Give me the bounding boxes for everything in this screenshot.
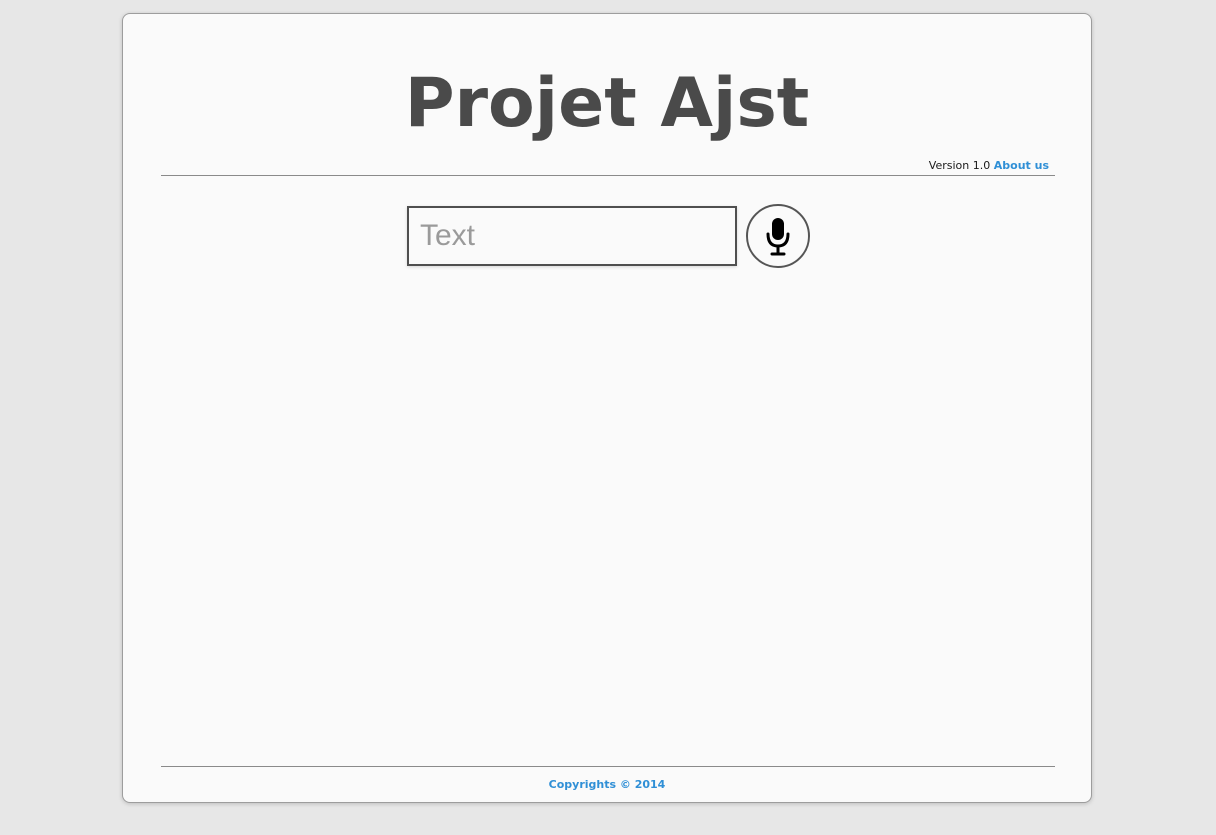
- about-us-link[interactable]: About us: [994, 159, 1049, 172]
- text-input[interactable]: [407, 206, 737, 266]
- header-divider: [161, 175, 1055, 176]
- version-label: Version 1.0: [928, 159, 991, 172]
- header-meta: Version 1.0 About us: [929, 159, 1049, 173]
- copyright-text: Copyrights © 2014: [548, 778, 666, 791]
- microphone-icon: [766, 218, 790, 256]
- footer-divider: [161, 766, 1055, 767]
- page-title: Projet Ajst: [404, 64, 810, 143]
- microphone-button[interactable]: [746, 204, 810, 268]
- main-card: Projet Ajst Version 1.0 About us Copyrig…: [122, 13, 1092, 803]
